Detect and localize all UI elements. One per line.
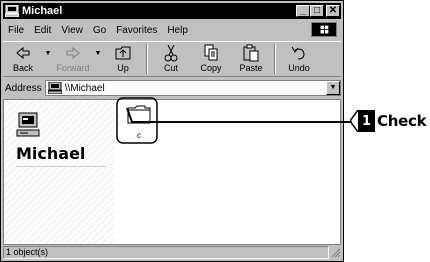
minimize-button[interactable]: _ xyxy=(296,5,310,17)
up-folder-icon xyxy=(115,46,131,60)
back-dropdown-icon[interactable]: ▼ xyxy=(43,50,53,57)
callout-arrow-icon xyxy=(350,110,358,132)
address-label: Address xyxy=(5,82,42,94)
undo-button[interactable]: Undo xyxy=(279,44,319,76)
folder-view: Michael c xyxy=(3,99,341,245)
status-bar: 1 object(s) xyxy=(3,245,341,259)
panel-divider xyxy=(16,166,106,167)
paste-button[interactable]: Paste xyxy=(231,44,271,76)
forward-dropdown-icon[interactable]: ▼ xyxy=(93,50,103,57)
toolbar-separator xyxy=(146,44,148,74)
up-label: Up xyxy=(117,63,129,73)
up-button[interactable]: Up xyxy=(103,44,143,76)
windows-logo-icon xyxy=(311,22,337,37)
undo-label: Undo xyxy=(288,63,310,73)
folder-label: c xyxy=(137,131,141,140)
address-bar: Address \\Michael ▼ xyxy=(3,79,341,97)
computer-icon xyxy=(5,5,19,17)
folder-icon xyxy=(127,105,151,124)
explorer-window: Michael _ □ ✕ File Edit View Go Favorite… xyxy=(0,0,344,262)
toolbar: Back ▼ Forward ▼ Up Cut Copy Paste Undo xyxy=(3,41,341,77)
menu-help[interactable]: Help xyxy=(162,25,193,36)
copy-icon xyxy=(204,44,218,61)
menu-bar: File Edit View Go Favorites Help xyxy=(3,21,341,39)
computer-icon xyxy=(16,112,40,137)
callout-number: 1 xyxy=(358,110,376,132)
window-title: Michael xyxy=(22,5,63,17)
scissors-icon xyxy=(164,44,178,62)
address-field[interactable]: \\Michael ▼ xyxy=(44,80,341,96)
menu-go[interactable]: Go xyxy=(88,25,111,36)
menu-file[interactable]: File xyxy=(3,25,29,36)
toolbar-separator xyxy=(274,44,276,74)
back-label: Back xyxy=(12,63,33,73)
address-value: \\Michael xyxy=(64,82,105,94)
title-bar[interactable]: Michael _ □ ✕ xyxy=(3,3,341,19)
close-button[interactable]: ✕ xyxy=(326,5,340,17)
copy-label: Copy xyxy=(200,63,222,73)
address-dropdown-button[interactable]: ▼ xyxy=(326,81,340,95)
cut-button[interactable]: Cut xyxy=(151,44,191,76)
forward-button[interactable]: Forward xyxy=(53,44,93,76)
info-panel: Michael xyxy=(4,100,114,244)
status-text: 1 object(s) xyxy=(3,245,329,259)
back-button[interactable]: Back xyxy=(3,44,43,76)
computer-name: Michael xyxy=(16,144,86,163)
copy-button[interactable]: Copy xyxy=(191,44,231,76)
back-arrow-icon xyxy=(16,46,30,60)
callout-text: Check xyxy=(377,112,427,130)
check-callout: 1 Check xyxy=(350,110,430,132)
paste-label: Paste xyxy=(239,63,263,73)
undo-icon xyxy=(291,46,305,60)
menu-edit[interactable]: Edit xyxy=(29,25,56,36)
forward-arrow-icon xyxy=(66,46,80,60)
forward-label: Forward xyxy=(56,63,90,73)
computer-icon xyxy=(47,82,62,94)
resize-grip-icon[interactable] xyxy=(329,246,341,258)
folder-item[interactable]: c xyxy=(122,104,156,144)
menu-favorites[interactable]: Favorites xyxy=(111,25,162,36)
paste-icon xyxy=(243,44,259,62)
menu-view[interactable]: View xyxy=(56,25,88,36)
maximize-button[interactable]: □ xyxy=(310,5,324,17)
cut-label: Cut xyxy=(163,63,178,73)
